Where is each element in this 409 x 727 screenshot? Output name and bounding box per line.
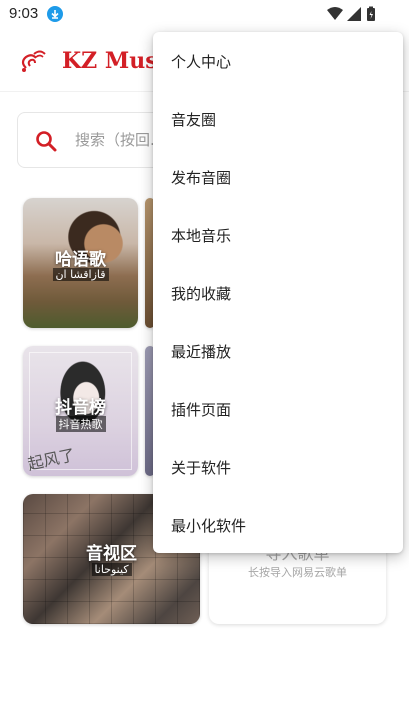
download-icon <box>47 6 63 22</box>
menu-item-favorites[interactable]: 我的收藏 <box>153 264 403 322</box>
card-subtitle: كينوحانا <box>91 563 132 576</box>
menu-item-minimize[interactable]: 最小化软件 <box>153 496 403 554</box>
card-title: 哈语歌 <box>55 250 106 270</box>
card-subtitle: 抖音热歌 <box>55 416 106 432</box>
menu-item-personal-center[interactable]: 个人中心 <box>153 32 403 90</box>
status-time: 9:03 <box>9 5 39 22</box>
status-bar: 9:03 <box>0 0 409 28</box>
search-icon[interactable] <box>34 129 58 153</box>
app-title: KZ Musi <box>62 48 166 74</box>
menu-item-publish-post[interactable]: 发布音圈 <box>153 148 403 206</box>
card-subtitle: قازاقشا ان <box>52 268 109 281</box>
menu-item-recent-plays[interactable]: 最近播放 <box>153 322 403 380</box>
signal-icon <box>347 7 361 21</box>
wifi-icon <box>327 7 343 20</box>
card-title: 抖音榜 <box>55 398 106 418</box>
kazakh-songs-card[interactable]: 哈语歌 قازاقشا ان <box>23 198 138 328</box>
menu-item-music-friends[interactable]: 音友圈 <box>153 90 403 148</box>
menu-item-plugins[interactable]: 插件页面 <box>153 380 403 438</box>
douyin-chart-card[interactable]: 抖音榜 抖音热歌 起风了 <box>23 346 138 476</box>
menu-item-about[interactable]: 关于软件 <box>153 438 403 496</box>
swirl-logo-icon <box>21 50 46 72</box>
system-status-icons <box>327 6 375 21</box>
import-card-subtitle: 长按导入网易云歌单 <box>248 566 347 579</box>
menu-item-local-music[interactable]: 本地音乐 <box>153 206 403 264</box>
overflow-menu: 个人中心 音友圈 发布音圈 本地音乐 我的收藏 最近播放 插件页面 关于软件 最… <box>153 32 403 553</box>
